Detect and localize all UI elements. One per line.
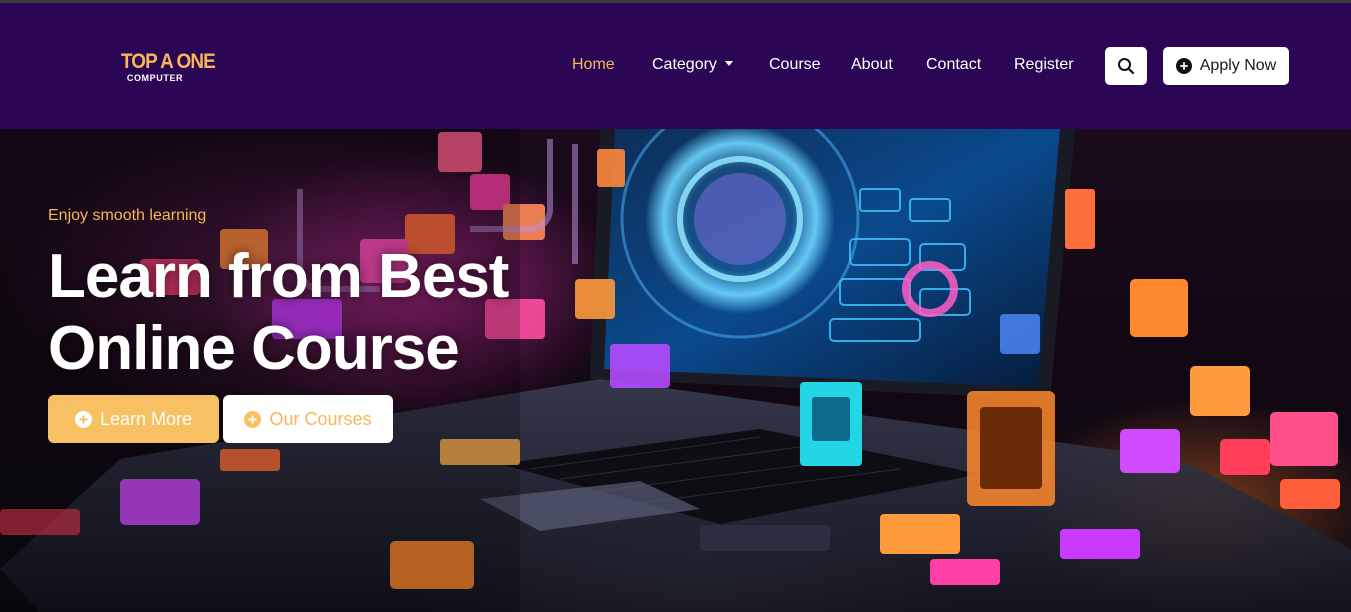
logo-main-text: TOP A ONE [121, 50, 216, 73]
apply-now-button[interactable]: Apply Now [1163, 47, 1289, 85]
nav-link-home[interactable]: Home [572, 55, 615, 75]
navbar: TOP A ONE COMPUTER Home Category Course … [0, 3, 1351, 129]
hero-tagline: Enjoy smooth learning [48, 207, 207, 224]
learn-more-button[interactable]: Learn More [48, 395, 219, 443]
search-icon [1118, 58, 1135, 75]
hero-section: Enjoy smooth learning Learn from Best On… [0, 129, 1351, 612]
nav-link-course[interactable]: Course [769, 55, 821, 75]
nav-link-about[interactable]: About [851, 55, 893, 75]
hero-headline-line1: Learn from Best [48, 242, 509, 311]
apply-now-label: Apply Now [1199, 57, 1277, 74]
search-button[interactable] [1105, 47, 1147, 85]
nav-link-register[interactable]: Register [1014, 55, 1074, 75]
nav-link-contact[interactable]: Contact [926, 55, 981, 75]
plus-circle-icon [1175, 58, 1192, 74]
plus-circle-icon [74, 410, 92, 428]
plus-circle-icon [244, 410, 262, 428]
logo-sub-text: COMPUTER [126, 73, 184, 83]
hero-headline: Learn from Best Online Course [48, 241, 608, 385]
our-courses-button[interactable]: Our Courses [223, 395, 393, 443]
nav-link-category-label: Category [652, 56, 717, 73]
hero-headline-line2: Online Course [48, 314, 460, 383]
chevron-down-icon [724, 61, 733, 66]
logo[interactable]: TOP A ONE COMPUTER [121, 50, 216, 84]
nav-link-category[interactable]: Category [652, 55, 733, 75]
learn-more-label: Learn More [99, 408, 193, 429]
our-courses-label: Our Courses [269, 408, 372, 429]
